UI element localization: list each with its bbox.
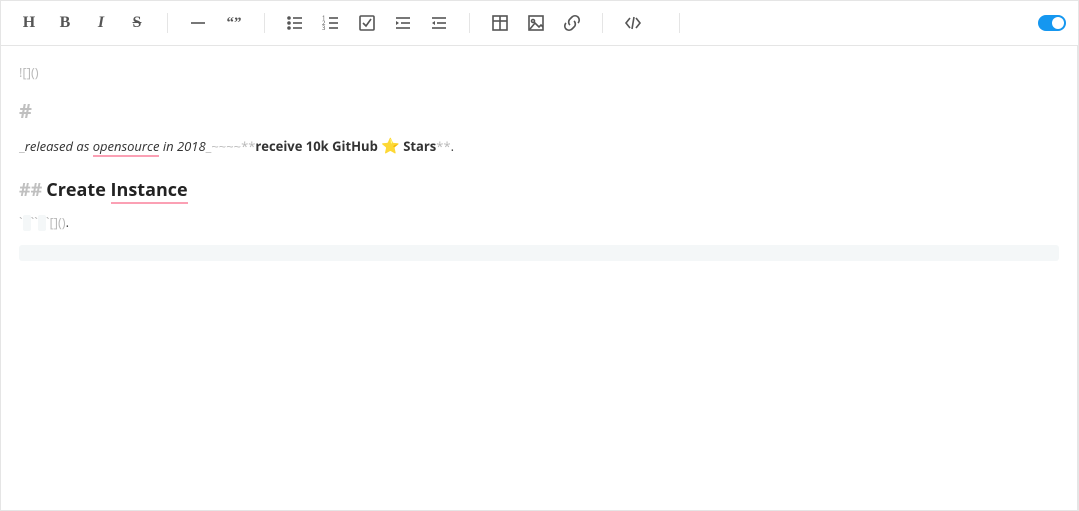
md-image-line[interactable]: ![]()	[19, 60, 1059, 85]
strike-button[interactable]: S	[121, 7, 153, 39]
toolbar-separator	[264, 13, 265, 33]
md-paragraph-1[interactable]: _released as opensource in 2018_~~~~**re…	[19, 132, 1059, 161]
task-button[interactable]	[351, 7, 383, 39]
toolbar-group-text: H B I S	[13, 7, 153, 39]
code-button[interactable]	[617, 7, 649, 39]
md-h2[interactable]: ##Create Instance	[19, 178, 1059, 202]
toolbar-separator	[167, 13, 168, 33]
image-icon	[527, 14, 545, 32]
toolbar-group-line: “”	[182, 7, 250, 39]
toggle-switch[interactable]	[1038, 15, 1066, 31]
hr-button[interactable]	[182, 7, 214, 39]
svg-text:3: 3	[322, 24, 326, 32]
task-icon	[358, 14, 376, 32]
code-icon	[624, 14, 642, 32]
codeblock-button[interactable]	[653, 7, 665, 39]
ol-button[interactable]: 123	[315, 7, 347, 39]
quote-button[interactable]: “”	[218, 7, 250, 39]
toolbar-group-insert	[484, 7, 588, 39]
markdown-scroll[interactable]: ![]() # _released as opensource in 2018_…	[1, 46, 1077, 510]
table-icon	[491, 14, 509, 32]
toolbar-group-code	[617, 7, 665, 39]
indent-button[interactable]	[387, 7, 419, 39]
toolbar: H B I S “” 123	[1, 1, 1078, 46]
table-button[interactable]	[484, 7, 516, 39]
editor-shell: H B I S “” 123	[0, 0, 1079, 511]
hr-icon	[189, 14, 207, 32]
toolbar-separator	[469, 13, 470, 33]
bold-button[interactable]: B	[49, 7, 81, 39]
italic-button[interactable]: I	[85, 7, 117, 39]
split-view: ![]() # _released as opensource in 2018_…	[1, 46, 1078, 510]
link-button[interactable]	[556, 7, 588, 39]
md-codeblock[interactable]	[19, 245, 1059, 261]
toolbar-separator	[602, 13, 603, 33]
md-h1[interactable]: #	[19, 97, 1059, 124]
image-button[interactable]	[520, 7, 552, 39]
outdent-button[interactable]	[423, 7, 455, 39]
md-paragraph-2[interactable]: ````[]().	[19, 210, 1059, 235]
ul-button[interactable]	[279, 7, 311, 39]
heading-button[interactable]: H	[13, 7, 45, 39]
ol-icon: 123	[322, 14, 340, 32]
toolbar-separator	[679, 13, 680, 33]
indent-icon	[394, 14, 412, 32]
toolbar-group-list: 123	[279, 7, 455, 39]
scroll-sync-toggle[interactable]	[1030, 15, 1066, 31]
ul-icon	[286, 14, 304, 32]
markdown-pane[interactable]: ![]() # _released as opensource in 2018_…	[1, 46, 1078, 510]
link-icon	[563, 14, 581, 32]
outdent-icon	[430, 14, 448, 32]
